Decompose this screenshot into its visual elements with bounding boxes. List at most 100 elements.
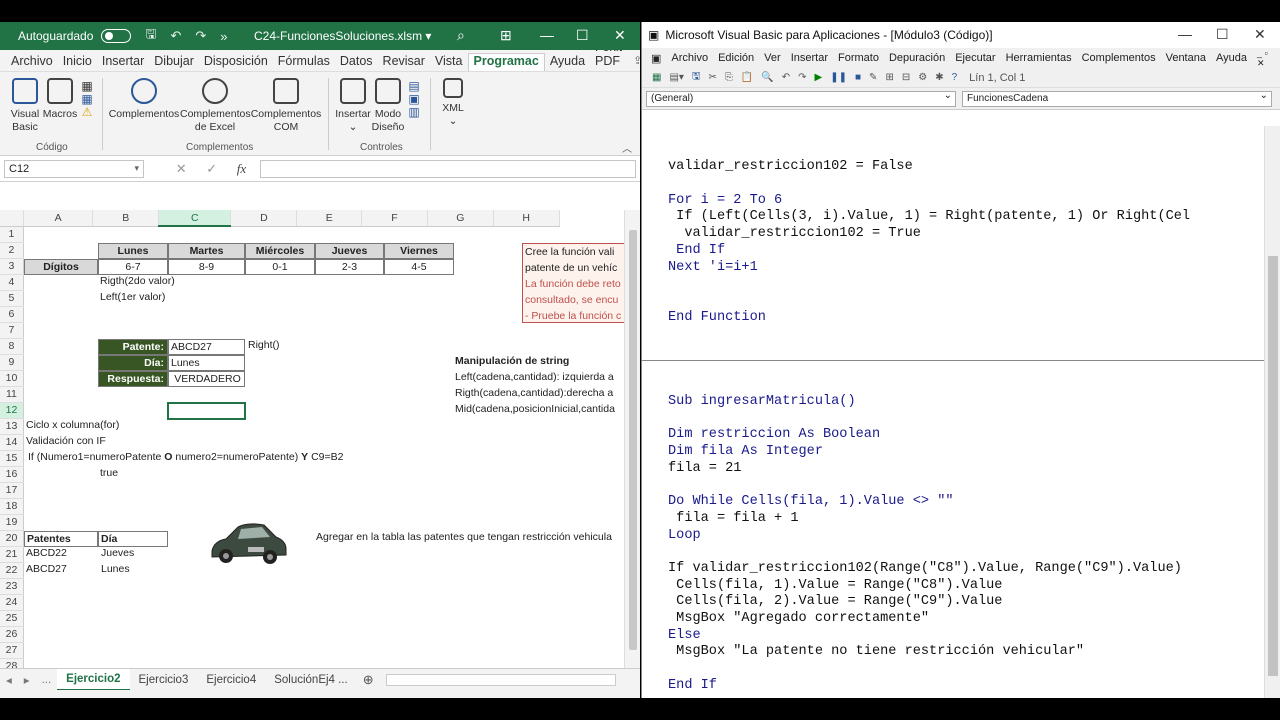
cell-d23[interactable] [231, 578, 297, 594]
cell-g5[interactable] [427, 290, 493, 306]
sheet-tab-ejercicio4[interactable]: Ejercicio4 [197, 674, 265, 686]
code-line[interactable]: If validar_restriccion102(Range("C8").Va… [668, 561, 1266, 578]
cell-f26[interactable] [362, 626, 428, 642]
code-line[interactable] [668, 293, 1266, 310]
cell-c11[interactable] [159, 386, 231, 402]
horizontal-scrollbar[interactable] [385, 673, 616, 686]
cell-a8[interactable] [23, 338, 92, 354]
code-line[interactable] [668, 176, 1266, 193]
cell-c24[interactable] [159, 594, 231, 610]
code-line[interactable]: End If [668, 243, 1266, 260]
cell-g16[interactable] [427, 466, 493, 482]
selected-cell-c12[interactable] [167, 402, 246, 420]
properties-icon[interactable]: ▤ ▣ ▥ [406, 80, 422, 119]
autosave-toggle[interactable] [101, 29, 132, 43]
cell-c17[interactable] [159, 482, 231, 498]
redo-icon[interactable]: ↷ [195, 28, 206, 44]
cell-d5[interactable] [231, 290, 297, 306]
add-sheet-icon[interactable]: ⊕ [357, 672, 380, 688]
run-dialog-icon[interactable]: ▥ [408, 105, 419, 119]
row-header-2[interactable]: 2 [0, 242, 24, 259]
cell-a18[interactable] [23, 498, 92, 514]
cell-a10[interactable] [23, 370, 92, 386]
code-line[interactable]: MsgBox "Agregado correctamente" [668, 611, 1266, 628]
column-header-f[interactable]: F [361, 210, 428, 227]
code-line[interactable]: Cells(fila, 1).Value = Range("C8").Value [668, 578, 1266, 595]
help-icon[interactable]: ? [952, 72, 958, 83]
cell-e10[interactable] [297, 370, 362, 386]
minimize-icon[interactable]: — [540, 27, 554, 43]
cell-e6[interactable] [297, 306, 362, 322]
row-header-16[interactable]: 16 [0, 466, 24, 483]
cell-b18[interactable] [93, 498, 159, 514]
cell-b26[interactable] [93, 626, 159, 642]
vba-scroll-thumb[interactable] [1268, 256, 1278, 676]
vba-minimize-icon[interactable]: — [1178, 26, 1192, 42]
vba-menu-depuracion[interactable]: Depuración [884, 52, 950, 64]
table-header-patentes[interactable]: Patentes [24, 531, 98, 547]
column-header-c[interactable]: C [158, 210, 232, 227]
vba-maximize-icon[interactable]: ☐ [1216, 26, 1229, 43]
cell-e1[interactable] [297, 226, 362, 242]
maximize-icon[interactable]: ☐ [576, 27, 589, 44]
cell-f15[interactable] [362, 450, 428, 466]
code-line[interactable]: Next 'i=i+1 [668, 260, 1266, 277]
cell-a9[interactable] [23, 354, 92, 370]
cell-f27[interactable] [362, 642, 428, 658]
row-header-8[interactable]: 8 [0, 338, 24, 355]
cell-h16[interactable] [493, 466, 559, 482]
cell-d27[interactable] [231, 642, 297, 658]
cell-h7[interactable] [493, 322, 559, 338]
row-header-14[interactable]: 14 [0, 434, 24, 451]
vba-menu-insertar[interactable]: Insertar [786, 52, 833, 64]
cell-f1[interactable] [362, 226, 428, 242]
column-header-h[interactable]: H [493, 210, 560, 227]
cell-f8[interactable] [362, 338, 428, 354]
row-header-26[interactable]: 26 [0, 626, 24, 643]
cell-f22[interactable] [362, 562, 428, 578]
vba-menu-complementos[interactable]: Complementos [1077, 52, 1161, 64]
visual-basic-button[interactable]: Visual Basic [6, 78, 44, 134]
vba-menu-ver[interactable]: Ver [759, 52, 786, 64]
complementos-com-button[interactable]: Complementos COM [250, 78, 322, 134]
column-header-e[interactable]: E [296, 210, 363, 227]
cell-d16[interactable] [231, 466, 297, 482]
vba-restore-icons[interactable]: _ ▫ ✕ [1252, 48, 1280, 69]
cell-f21[interactable] [362, 546, 428, 562]
cell-f9[interactable] [362, 354, 428, 370]
patente-value[interactable]: ABCD27 [168, 339, 245, 355]
cell-e22[interactable] [297, 562, 362, 578]
cell-c27[interactable] [159, 642, 231, 658]
cell-f25[interactable] [362, 610, 428, 626]
cell-g15[interactable] [427, 450, 493, 466]
select-all-corner[interactable] [0, 210, 24, 227]
insertar-control-button[interactable]: Insertar ⌄ [334, 78, 372, 134]
cell-c13[interactable] [159, 418, 231, 434]
cell-g26[interactable] [427, 626, 493, 642]
row-header-27[interactable]: 27 [0, 642, 24, 659]
cell-a17[interactable] [23, 482, 92, 498]
code-line[interactable]: Loop [668, 528, 1266, 545]
row-header-10[interactable]: 10 [0, 370, 24, 387]
ribbon-options-icon[interactable]: ⊞ [500, 27, 512, 44]
view-code-icon[interactable]: ▣ [408, 92, 419, 106]
table-row-dia[interactable]: Lunes [101, 563, 130, 575]
cell-e5[interactable] [297, 290, 362, 306]
cell-e21[interactable] [297, 546, 362, 562]
table-row-dia[interactable]: Jueves [101, 547, 134, 559]
cell-f11[interactable] [362, 386, 428, 402]
cell-e12[interactable] [297, 402, 362, 418]
cell-c6[interactable] [159, 306, 231, 322]
row-header-7[interactable]: 7 [0, 322, 24, 339]
save-icon[interactable]: 🖫 [145, 25, 156, 47]
cell-e23[interactable] [297, 578, 362, 594]
cell-d26[interactable] [231, 626, 297, 642]
vertical-scrollbar[interactable] [624, 210, 640, 690]
column-header-g[interactable]: G [427, 210, 494, 227]
cell-f17[interactable] [362, 482, 428, 498]
cell-g24[interactable] [427, 594, 493, 610]
file-name[interactable]: C24-FuncionesSoluciones.xlsm ▾ [254, 29, 431, 43]
cell-d11[interactable] [231, 386, 297, 402]
cell-b6[interactable] [93, 306, 159, 322]
cell-g18[interactable] [427, 498, 493, 514]
